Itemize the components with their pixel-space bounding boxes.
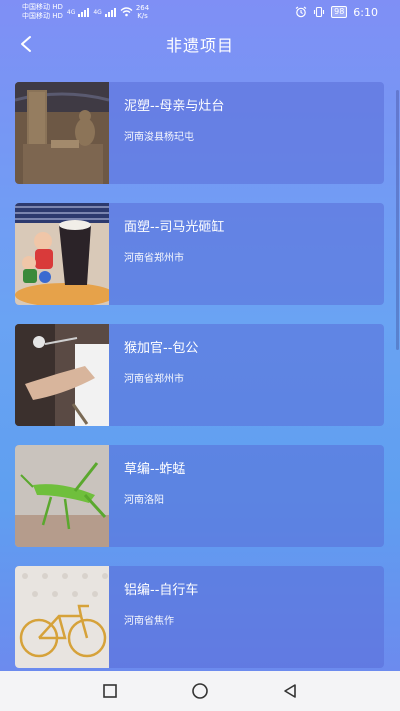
item-location: 河南省焦作 xyxy=(124,616,174,627)
heritage-list: 泥塑--母亲与灶台 河南浚县杨玘屯 面塑--司马光砸缸 河南省郑州市 猴加官--… xyxy=(15,82,384,687)
system-back-button[interactable] xyxy=(280,681,300,701)
app-header: 非遗项目 xyxy=(0,26,400,62)
item-thumbnail xyxy=(15,82,109,184)
network-speed: 264 K/s xyxy=(136,4,149,20)
item-text: 泥塑--母亲与灶台 河南浚县杨玘屯 xyxy=(109,82,224,184)
page-title: 非遗项目 xyxy=(165,36,234,55)
aluminum-bicycle-image xyxy=(15,566,109,668)
status-left: 中国移动 HD 中国移动 HD 4G 4G 264 K/s xyxy=(22,3,149,21)
back-button[interactable] xyxy=(12,30,40,58)
triangle-back-icon xyxy=(284,684,296,698)
battery-indicator: 98 xyxy=(331,6,348,18)
clay-sculpture-image xyxy=(15,82,109,184)
carrier-info: 中国移动 HD 中国移动 HD xyxy=(22,3,63,21)
item-thumbnail xyxy=(15,203,109,305)
list-item[interactable]: 面塑--司马光砸缸 河南省郑州市 xyxy=(15,203,384,305)
grass-grasshopper-image xyxy=(15,445,109,547)
signal-group: 4G 4G 264 K/s xyxy=(67,4,149,20)
item-text: 猴加官--包公 河南省郑州市 xyxy=(109,324,198,426)
item-title: 铝编--自行车 xyxy=(124,583,199,598)
scrollbar[interactable] xyxy=(396,90,399,350)
speed-unit: K/s xyxy=(137,12,148,20)
network-type-1: 4G xyxy=(66,8,76,16)
item-location: 河南浚县杨玘屯 xyxy=(124,132,194,143)
item-text: 草编--蚱蜢 河南洛阳 xyxy=(109,445,185,547)
item-thumbnail xyxy=(15,324,109,426)
status-bar: 中国移动 HD 中国移动 HD 4G 4G 264 K/s 98 6:10 xyxy=(0,0,400,24)
carrier-2: 中国移动 HD xyxy=(22,12,63,20)
dough-figurine-image xyxy=(15,203,109,305)
item-location: 河南洛阳 xyxy=(124,495,164,506)
list-item[interactable]: 猴加官--包公 河南省郑州市 xyxy=(15,324,384,426)
clock: 6:10 xyxy=(353,5,378,19)
item-location: 河南省郑州市 xyxy=(124,374,184,385)
carrier-1: 中国移动 HD xyxy=(22,3,63,11)
list-item[interactable]: 铝编--自行车 河南省焦作 xyxy=(15,566,384,668)
alarm-icon xyxy=(295,6,307,18)
recent-apps-button[interactable] xyxy=(100,681,120,701)
list-item[interactable]: 草编--蚱蜢 河南洛阳 xyxy=(15,445,384,547)
item-thumbnail xyxy=(15,445,109,547)
signal-icon xyxy=(78,7,90,17)
system-nav-bar xyxy=(0,671,400,711)
signal-icon-2 xyxy=(104,7,116,17)
item-title: 草编--蚱蜢 xyxy=(124,462,186,477)
vibrate-icon xyxy=(314,6,325,18)
wifi-icon xyxy=(120,7,133,17)
speed-value: 264 xyxy=(135,4,150,12)
square-icon xyxy=(103,684,117,698)
item-title: 泥塑--母亲与灶台 xyxy=(124,99,225,114)
monkey-craft-image xyxy=(15,324,109,426)
list-item[interactable]: 泥塑--母亲与灶台 河南浚县杨玘屯 xyxy=(15,82,384,184)
item-title: 面塑--司马光砸缸 xyxy=(124,220,225,235)
home-button[interactable] xyxy=(190,681,210,701)
item-title: 猴加官--包公 xyxy=(124,341,199,356)
status-right: 98 6:10 xyxy=(295,6,378,19)
item-location: 河南省郑州市 xyxy=(124,253,184,264)
network-type-2: 4G xyxy=(93,8,102,16)
circle-icon xyxy=(192,683,208,699)
item-text: 铝编--自行车 河南省焦作 xyxy=(109,566,198,668)
back-arrow-icon xyxy=(21,36,31,52)
item-text: 面塑--司马光砸缸 河南省郑州市 xyxy=(109,203,224,305)
item-thumbnail xyxy=(15,566,109,668)
